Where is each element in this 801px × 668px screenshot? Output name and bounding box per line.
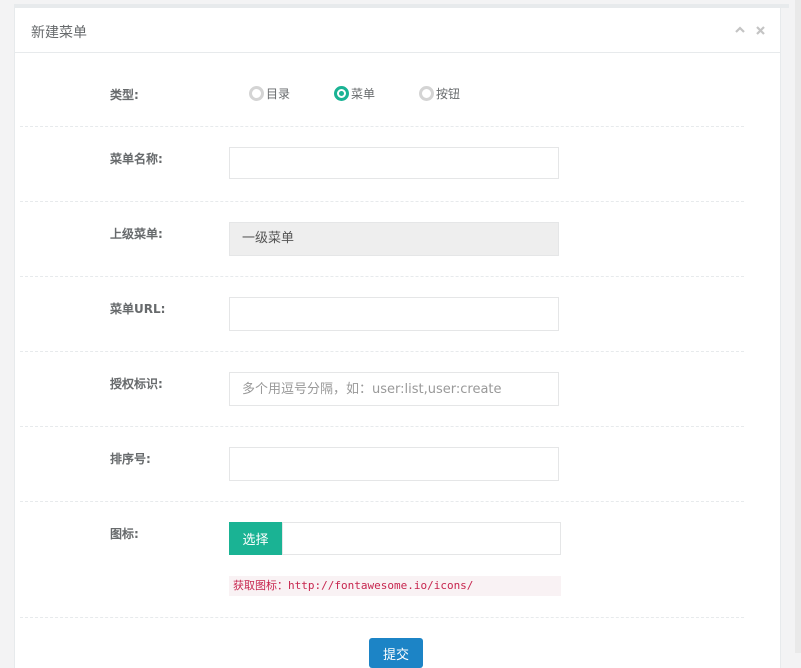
radio-circle (419, 86, 434, 101)
menu-url-input[interactable] (229, 297, 559, 331)
select-icon-button[interactable]: 选择 (229, 522, 282, 555)
new-menu-panel: 新建菜单 (14, 8, 781, 668)
permission-input[interactable] (229, 372, 559, 406)
panel-title: 新建菜单 (31, 25, 87, 41)
menu-name-input[interactable] (229, 147, 559, 179)
row-divider (20, 201, 744, 202)
icon-input[interactable] (282, 522, 561, 555)
type-label: 类型: (110, 88, 139, 102)
row-divider (20, 276, 744, 277)
icon-label: 图标: (110, 527, 139, 541)
permission-label: 授权标识: (110, 377, 163, 391)
radio-label: 目录 (266, 87, 291, 101)
row-divider (20, 126, 744, 127)
type-radio-group: 目录 菜单 按钮 (249, 85, 460, 102)
radio-button[interactable]: 按钮 (419, 85, 460, 102)
row-divider (20, 501, 744, 502)
radio-directory[interactable]: 目录 (249, 85, 334, 102)
submit-button[interactable]: 提交 (369, 638, 423, 668)
radio-label: 按钮 (436, 87, 461, 101)
row-divider (20, 426, 744, 427)
order-label: 排序号: (110, 452, 151, 466)
parent-menu-label: 上级菜单: (110, 227, 163, 241)
right-edge (795, 0, 801, 653)
order-input[interactable] (229, 447, 559, 481)
panel-header: 新建菜单 (15, 8, 780, 53)
parent-menu-field[interactable]: 一级菜单 (229, 222, 559, 256)
close-icon[interactable] (754, 24, 766, 36)
radio-label: 菜单 (351, 87, 376, 101)
menu-url-label: 菜单URL: (110, 302, 166, 316)
radio-menu[interactable]: 菜单 (334, 85, 419, 102)
row-divider (20, 617, 744, 618)
panel-tools (734, 24, 766, 36)
row-divider (20, 351, 744, 352)
radio-circle (249, 86, 264, 101)
radio-circle-selected (334, 86, 349, 101)
chevron-up-icon[interactable] (734, 24, 746, 36)
menu-name-label: 菜单名称: (110, 152, 163, 166)
icon-hint: 获取图标：http://fontawesome.io/icons/ (229, 576, 561, 596)
